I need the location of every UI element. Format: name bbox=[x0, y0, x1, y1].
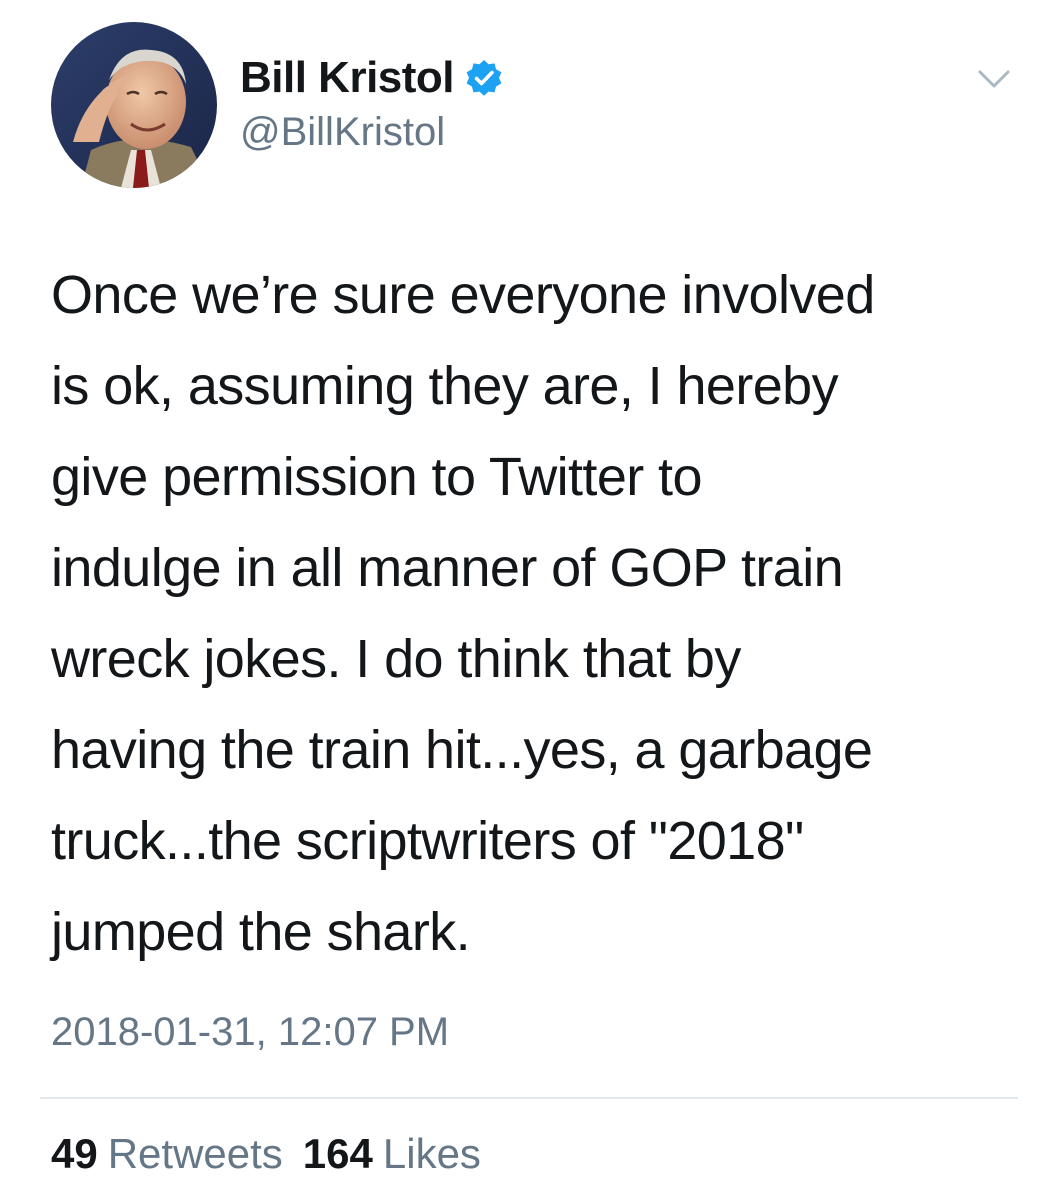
display-name[interactable]: Bill Kristol bbox=[240, 53, 455, 103]
likes-count: 164 bbox=[302, 1130, 373, 1177]
tweet-text: Once we’re sure everyone involved is ok,… bbox=[51, 265, 875, 962]
likes-label: Likes bbox=[382, 1130, 481, 1177]
chevron-down-icon[interactable] bbox=[974, 64, 1014, 92]
tweet-card: Bill Kristol @BillKristol Once we’re sur… bbox=[0, 0, 1058, 1200]
tweet-stats: 49 Retweets 164 Likes bbox=[51, 1130, 501, 1178]
avatar[interactable] bbox=[51, 22, 217, 188]
verified-badge-icon bbox=[464, 58, 504, 98]
divider bbox=[40, 1097, 1018, 1099]
tweet-timestamp[interactable]: 2018-01-31, 12:07 PM bbox=[51, 1010, 449, 1055]
likes-stat[interactable]: 164 Likes bbox=[303, 1130, 481, 1178]
retweets-stat[interactable]: 49 Retweets bbox=[51, 1130, 283, 1178]
author-handle[interactable]: @BillKristol bbox=[240, 110, 445, 155]
retweets-count: 49 bbox=[51, 1130, 98, 1177]
author-row: Bill Kristol bbox=[240, 50, 504, 106]
avatar-photo bbox=[51, 22, 217, 188]
retweets-label: Retweets bbox=[107, 1130, 283, 1177]
